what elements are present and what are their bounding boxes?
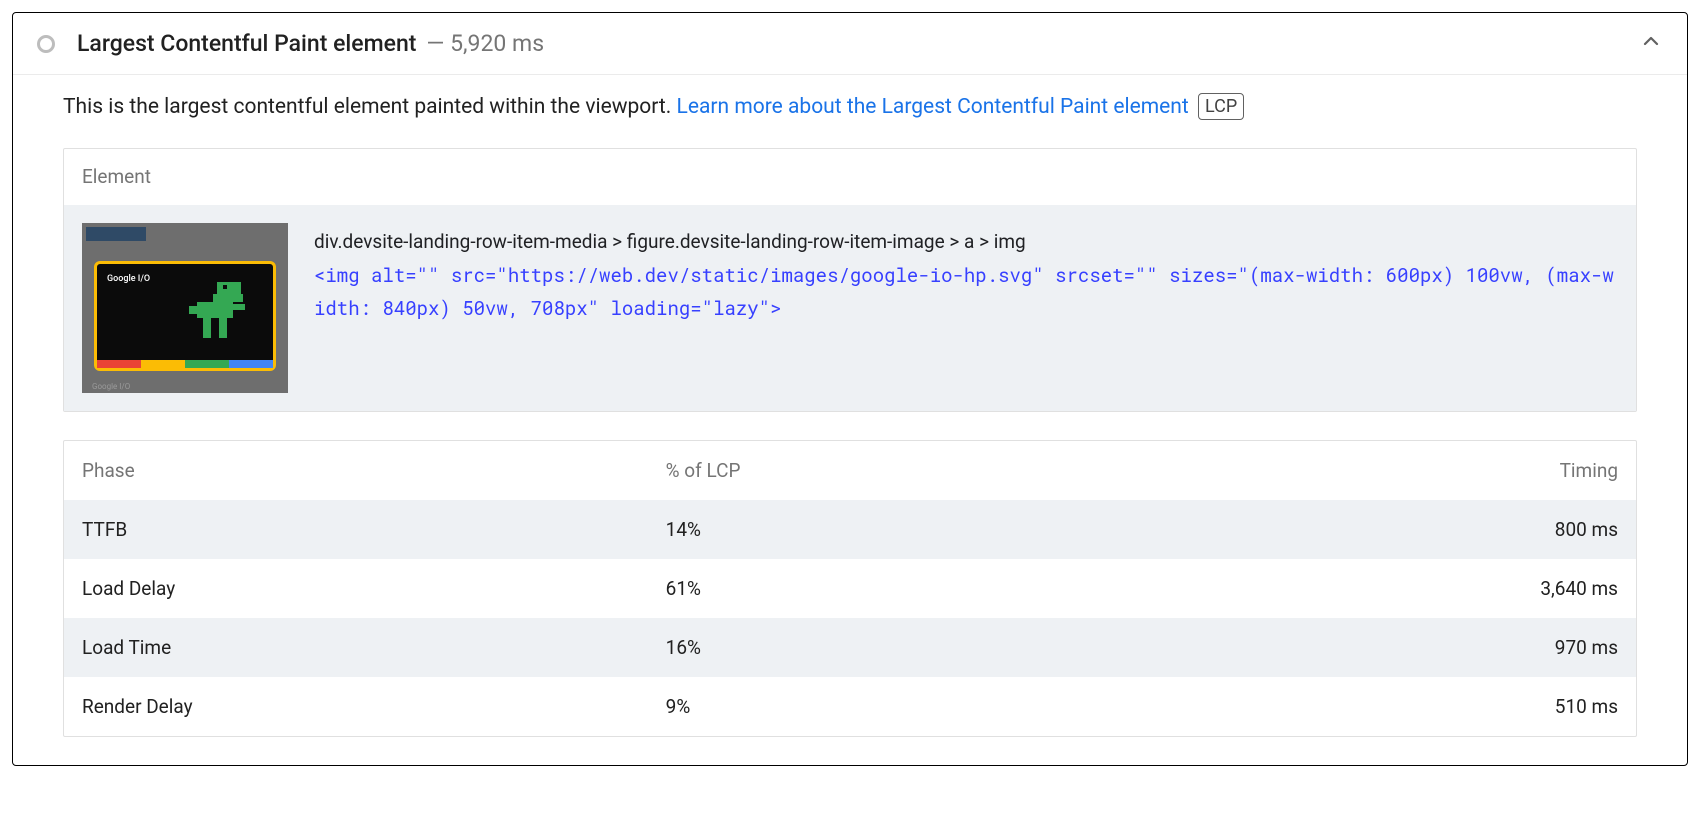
element-thumbnail: Google I/O <box>82 223 288 393</box>
phase-pct: 61% <box>666 577 1158 600</box>
element-selector: div.devsite-landing-row-item-media > fig… <box>314 225 1618 258</box>
chevron-up-icon[interactable] <box>1639 29 1663 58</box>
table-row: TTFB 14% 800 ms <box>64 500 1636 559</box>
phase-name: TTFB <box>82 518 666 541</box>
audit-description: This is the largest contentful element p… <box>63 93 1637 122</box>
element-row: Google I/O <box>64 205 1636 411</box>
phase-timing: 800 ms <box>1157 518 1618 541</box>
element-snippet: <img alt="" src="https://web.dev/static/… <box>314 259 1618 326</box>
lcp-badge: LCP <box>1198 93 1244 120</box>
element-panel: Element Google I/O <box>63 148 1637 412</box>
phase-pct: 16% <box>666 636 1158 659</box>
phase-name: Load Delay <box>82 577 666 600</box>
audit-header[interactable]: Largest Contentful Paint element — 5,920… <box>13 13 1687 75</box>
thumbnail-card-label: Google I/O <box>107 274 150 284</box>
phase-table: Phase % of LCP Timing TTFB 14% 800 ms Lo… <box>63 440 1637 737</box>
metric-separator: — <box>426 30 450 57</box>
learn-more-link[interactable]: Learn more about the Largest Contentful … <box>677 95 1189 119</box>
col-timing-header: Timing <box>1157 459 1618 482</box>
phase-timing: 510 ms <box>1157 695 1618 718</box>
phase-pct: 14% <box>666 518 1158 541</box>
lcp-audit-card: Largest Contentful Paint element — 5,920… <box>12 12 1688 766</box>
audit-body: This is the largest contentful element p… <box>13 75 1687 765</box>
phase-pct: 9% <box>666 695 1158 718</box>
table-row: Load Delay 61% 3,640 ms <box>64 559 1636 618</box>
phase-table-header: Phase % of LCP Timing <box>64 441 1636 500</box>
col-pct-header: % of LCP <box>666 459 1158 482</box>
metric-value: 5,920 ms <box>450 30 544 57</box>
col-phase-header: Phase <box>82 459 666 482</box>
status-circle-icon <box>37 35 55 53</box>
element-panel-header: Element <box>64 149 1636 205</box>
phase-name: Render Delay <box>82 695 666 718</box>
description-intro: This is the largest contentful element p… <box>63 95 677 119</box>
audit-metric: — 5,920 ms <box>426 30 544 57</box>
audit-title: Largest Contentful Paint element <box>77 30 416 57</box>
phase-timing: 970 ms <box>1157 636 1618 659</box>
element-details: div.devsite-landing-row-item-media > fig… <box>314 223 1618 325</box>
table-row: Render Delay 9% 510 ms <box>64 677 1636 736</box>
phase-name: Load Time <box>82 636 666 659</box>
phase-timing: 3,640 ms <box>1157 577 1618 600</box>
table-row: Load Time 16% 970 ms <box>64 618 1636 677</box>
dino-icon <box>189 282 249 342</box>
